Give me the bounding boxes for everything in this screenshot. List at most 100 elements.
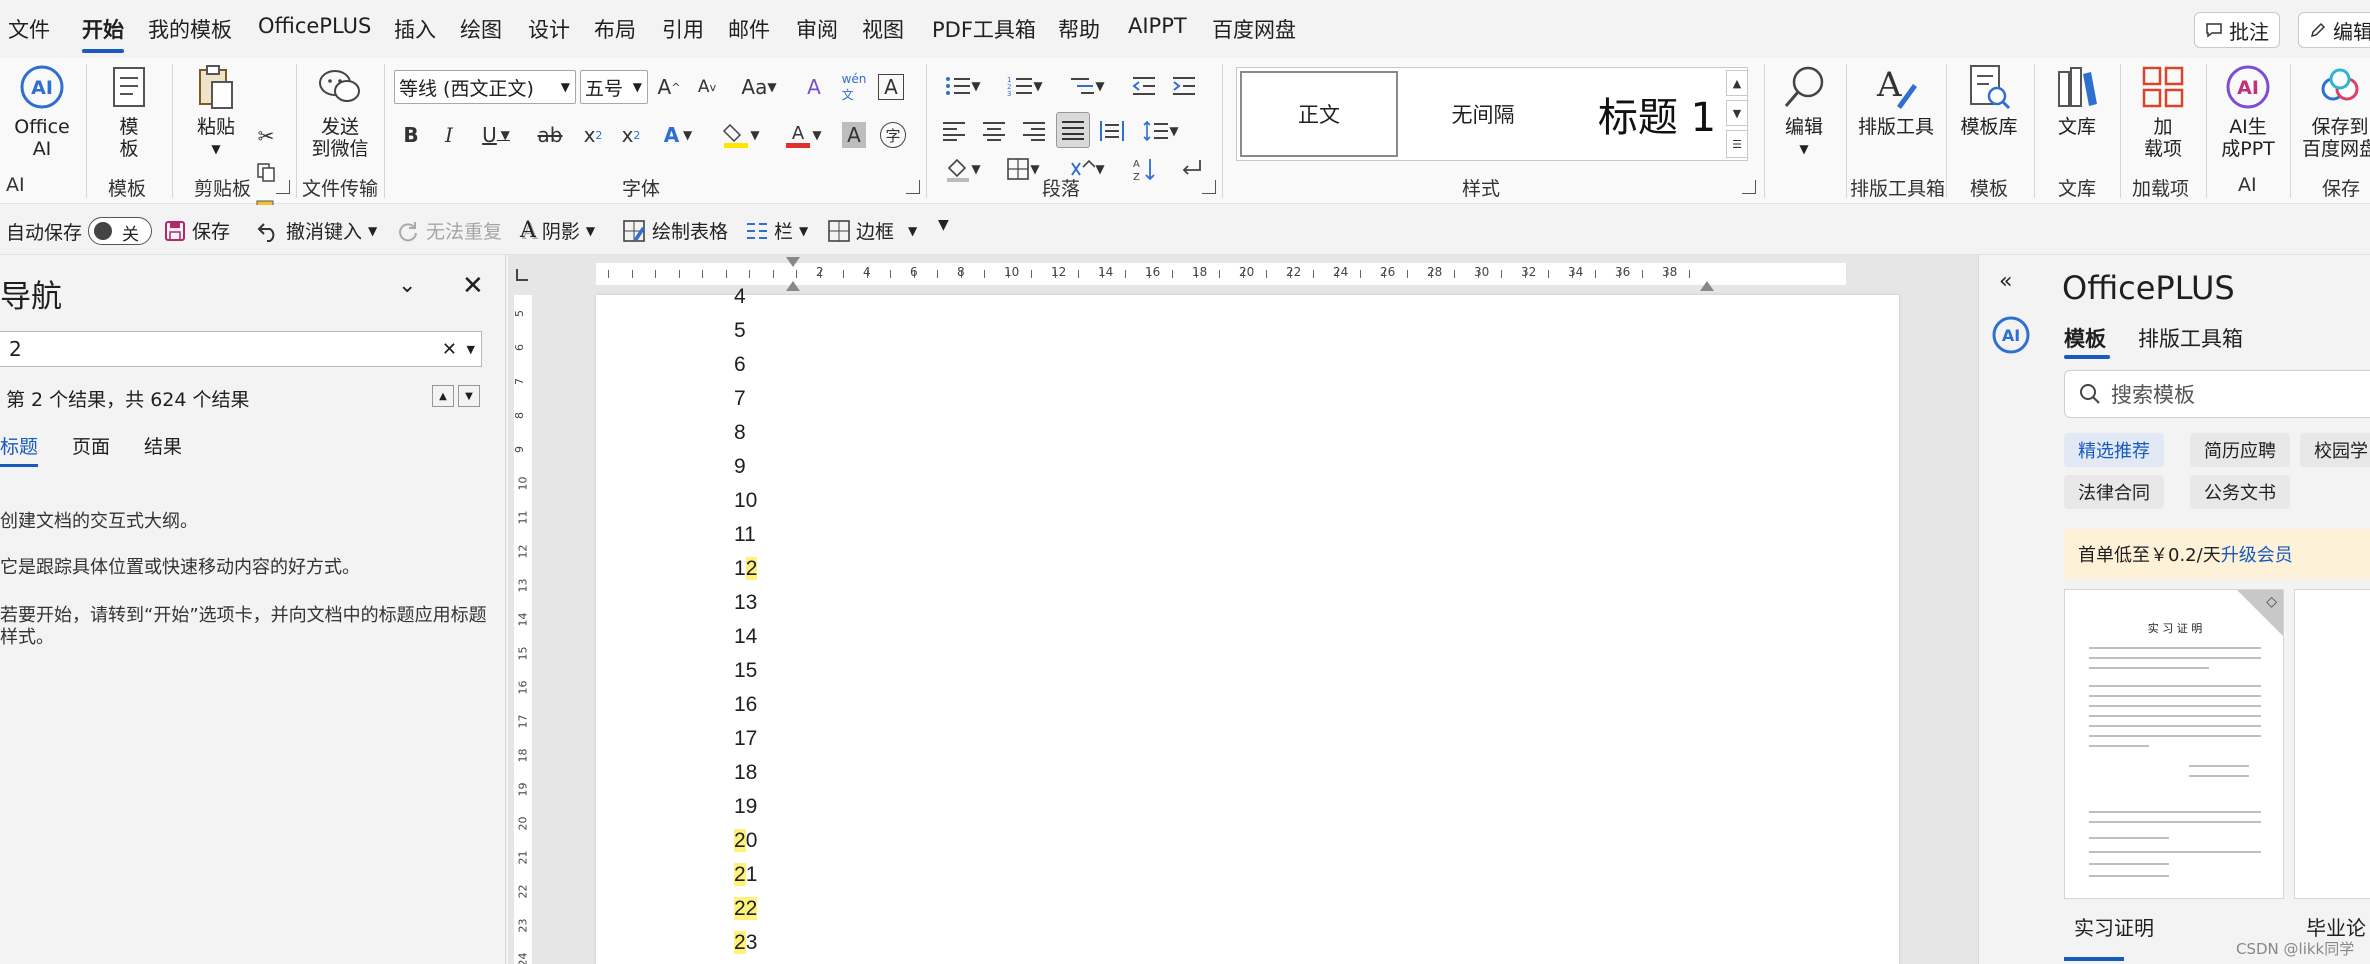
menu-file[interactable]: 文件 — [8, 14, 50, 44]
columns-button[interactable]: 栏 ▼ — [746, 217, 808, 244]
font-launcher-icon[interactable] — [906, 180, 920, 194]
first-line-indent-marker-icon[interactable] — [786, 257, 800, 267]
sort-icon[interactable]: AZ — [1130, 154, 1160, 184]
chip-legal[interactable]: 法律合同 — [2064, 475, 2164, 509]
styles-scroll-down-icon[interactable]: ▼ — [1726, 100, 1748, 126]
clipboard-launcher-icon[interactable] — [276, 180, 290, 194]
bold-icon[interactable]: B — [398, 120, 424, 150]
menu-aippt[interactable]: AIPPT — [1128, 14, 1187, 38]
shadow-button[interactable]: A 阴影 ▼ — [520, 217, 595, 244]
styles-scroll-up-icon[interactable]: ▲ — [1726, 70, 1748, 96]
chip-campus[interactable]: 校园学习 — [2300, 433, 2370, 467]
template-thumbnail-thesis[interactable] — [2294, 589, 2370, 899]
officeplus-search-input[interactable]: 搜索模板 — [2064, 370, 2370, 418]
officeplus-tab-template[interactable]: 模板 — [2064, 323, 2106, 353]
menu-mailings[interactable]: 邮件 — [728, 14, 770, 44]
style-normal[interactable]: 正文 — [1240, 71, 1398, 157]
menu-help[interactable]: 帮助 — [1058, 14, 1100, 44]
office-ai-button[interactable]: AI Office AI — [10, 62, 74, 160]
chip-featured[interactable]: 精选推荐 — [2064, 433, 2164, 467]
layout-tool-button[interactable]: A 排版工具 — [1858, 62, 1934, 138]
enclose-characters-icon[interactable]: 字 — [880, 122, 906, 148]
menu-view[interactable]: 视图 — [862, 14, 904, 44]
library-button[interactable]: 文库 — [2046, 62, 2108, 138]
editing-mode-button[interactable]: 编辑 — [2298, 12, 2370, 48]
styles-launcher-icon[interactable] — [1742, 180, 1756, 194]
font-name-select[interactable]: 等线 (西文正文) ▼ — [394, 70, 576, 104]
collapse-pane-icon[interactable]: « — [1999, 269, 2012, 294]
save-button[interactable]: 保存 — [164, 217, 230, 244]
previous-result-icon[interactable]: ▲ — [432, 385, 454, 407]
document-page[interactable]: 4 5 6 7 8 9 10 11 12 13 14 15 16 17 18 19 20 21 22 23 — [596, 285, 1899, 964]
distributed-icon[interactable] — [1098, 116, 1126, 146]
phonetic-guide-icon[interactable]: wén 文 — [842, 72, 867, 102]
template-library-button[interactable]: 模板库 — [1958, 62, 2020, 138]
autosave-toggle[interactable]: 关 — [88, 217, 153, 245]
clear-formatting-icon[interactable]: A — [800, 72, 828, 102]
menu-insert[interactable]: 插入 — [394, 14, 436, 44]
font-color-icon[interactable]: A ▼ — [780, 120, 826, 150]
increase-indent-icon[interactable] — [1170, 72, 1198, 100]
officeplus-tab-layout-toolbox[interactable]: 排版工具箱 — [2138, 323, 2243, 353]
style-no-spacing[interactable]: 无间隔 — [1403, 71, 1563, 157]
menu-my-templates[interactable]: 我的模板 — [148, 14, 232, 44]
tab-selector-icon[interactable] — [516, 269, 528, 281]
character-shading-icon[interactable]: A — [842, 122, 866, 148]
bullets-icon[interactable]: ▼ — [940, 72, 986, 100]
hanging-indent-marker-icon[interactable] — [786, 281, 800, 291]
ai-ppt-button[interactable]: AI AI生 成PPT — [2216, 62, 2280, 160]
menu-officeplus[interactable]: OfficePLUS — [258, 14, 371, 38]
menu-draw[interactable]: 绘图 — [460, 14, 502, 44]
superscript-icon[interactable]: x2 — [618, 120, 644, 150]
shading-icon[interactable]: ▼ — [940, 154, 986, 184]
paste-chevron-icon[interactable]: ▼ — [211, 138, 220, 160]
grow-font-icon[interactable]: A ^ — [656, 72, 682, 102]
undo-button[interactable]: 撤消键入 ▼ — [256, 217, 377, 244]
nav-search-options-icon[interactable]: ▼ — [467, 343, 475, 356]
office-ai-side-icon[interactable]: AI — [1991, 315, 2031, 355]
nav-search-clear-icon[interactable]: ✕ — [442, 339, 457, 360]
multilevel-list-icon[interactable]: ▼ — [1064, 72, 1110, 100]
styles-more-icon[interactable]: ☰ — [1726, 130, 1748, 158]
nav-tab-pages[interactable]: 页面 — [72, 432, 110, 459]
undo-dropdown-icon[interactable]: ▼ — [368, 224, 377, 238]
nav-close-icon[interactable]: ✕ — [462, 271, 484, 301]
addins-button[interactable]: 加 载项 — [2132, 62, 2194, 160]
align-right-icon[interactable] — [1020, 116, 1048, 146]
decrease-indent-icon[interactable] — [1130, 72, 1158, 100]
menu-review[interactable]: 审阅 — [796, 14, 838, 44]
underline-icon[interactable]: U ▼ — [476, 120, 516, 150]
align-center-icon[interactable] — [980, 116, 1008, 146]
menu-home[interactable]: 开始 — [82, 14, 124, 53]
save-to-baidu-button[interactable]: 保存到 百度网盘 — [2300, 62, 2370, 160]
text-effects-icon[interactable]: A ▼ — [658, 120, 698, 150]
promo-banner[interactable]: 首单低至￥0.2/天 升级会员 — [2064, 529, 2370, 579]
copy-icon[interactable] — [254, 160, 278, 184]
paste-button[interactable]: 粘贴 ▼ — [188, 62, 244, 160]
send-to-wechat-button[interactable]: 发送 到微信 — [308, 62, 372, 160]
right-indent-marker-icon[interactable] — [1700, 281, 1714, 291]
template-button[interactable]: 模 板 — [104, 62, 154, 160]
align-left-icon[interactable] — [940, 116, 968, 146]
template-thumbnail-internship[interactable]: ◇ 实 习 证 明 — [2064, 589, 2284, 899]
menu-design[interactable]: 设计 — [528, 14, 570, 44]
highlight-color-icon[interactable]: ▼ — [718, 120, 764, 150]
numbering-icon[interactable]: 1 2 3 ▼ — [1002, 72, 1048, 100]
line-spacing-icon[interactable]: ▼ — [1138, 116, 1184, 146]
customize-qat-icon[interactable]: ▼ — [938, 217, 949, 233]
menu-references[interactable]: 引用 — [662, 14, 704, 44]
style-heading-1[interactable]: 标题 1 — [1567, 71, 1747, 157]
justify-icon[interactable] — [1056, 112, 1090, 148]
font-size-select[interactable]: 五号 ▼ — [580, 70, 648, 104]
upgrade-link[interactable]: 升级会员 — [2221, 541, 2293, 567]
draw-table-button[interactable]: 绘制表格 — [622, 217, 728, 244]
paragraph-launcher-icon[interactable] — [1202, 180, 1216, 194]
nav-search-input[interactable]: 2 ✕ ▼ — [0, 331, 482, 367]
italic-icon[interactable]: I — [436, 120, 462, 150]
change-case-icon[interactable]: Aa ▼ — [736, 72, 782, 102]
nav-options-chevron-icon[interactable]: ⌄ — [398, 273, 416, 298]
cut-icon[interactable]: ✂ — [254, 124, 278, 148]
nav-tab-headings[interactable]: 标题 — [0, 432, 39, 467]
thumbnail-caption-thesis[interactable]: 毕业论 — [2306, 912, 2366, 941]
comment-button[interactable]: 批注 — [2194, 12, 2280, 48]
